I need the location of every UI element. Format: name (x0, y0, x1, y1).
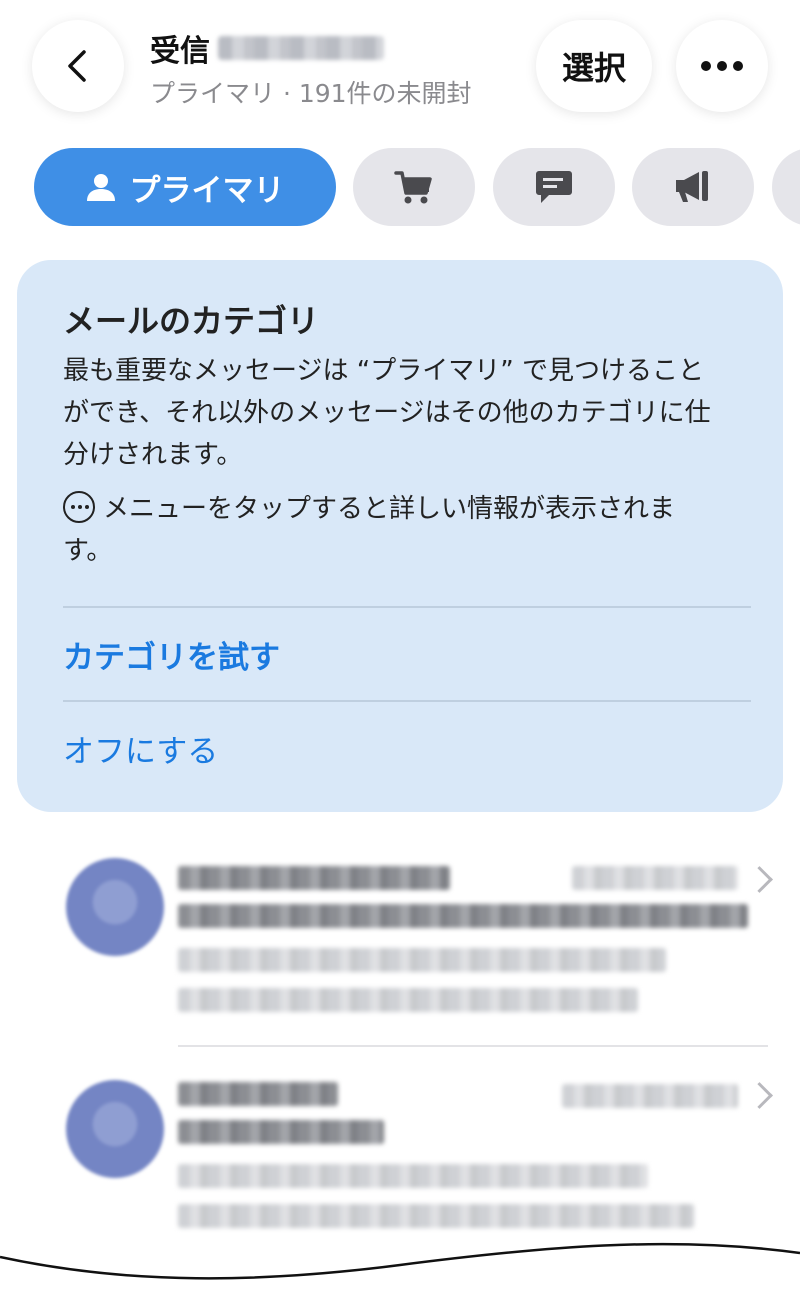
subject-blurred (178, 904, 748, 928)
try-categories-link[interactable]: カテゴリを試す (63, 632, 280, 677)
chevron-right-icon (746, 866, 773, 893)
avatar (66, 1080, 164, 1178)
torn-edge-decoration (0, 1242, 800, 1300)
preview-blurred (178, 988, 638, 1012)
tab-primary-label: プライマリ (129, 172, 285, 209)
blurred-account-address (218, 36, 384, 60)
sender-blurred (178, 1082, 338, 1106)
turn-off-link[interactable]: オフにする (63, 726, 218, 771)
sender-blurred (178, 866, 450, 890)
chevron-left-icon (68, 50, 86, 82)
unread-count-subtitle: プライマリ · 191件の未開封 (150, 79, 472, 108)
chevron-right-icon (746, 1082, 773, 1109)
ellipsis-circle-icon (63, 491, 95, 523)
card-divider (63, 606, 751, 608)
card-divider (63, 700, 751, 702)
more-options-button[interactable] (676, 20, 768, 112)
avatar (66, 858, 164, 956)
date-blurred (572, 866, 738, 890)
subject-blurred (178, 1120, 384, 1144)
card-description: 最も重要なメッセージは “プライマリ” で見つけることができ、それ以外のメッセー… (63, 356, 711, 470)
tab-transactions[interactable] (493, 148, 615, 226)
chat-bubble-icon (536, 171, 572, 203)
preview-blurred (178, 1164, 648, 1188)
tab-promotions[interactable] (632, 148, 754, 226)
card-hint-text: メニューをタップすると詳しい情報が表示されます。 (63, 494, 676, 566)
list-divider (178, 1045, 768, 1047)
tab-shopping[interactable] (353, 148, 475, 226)
page-title: 受信 (150, 34, 210, 69)
category-info-card: メールのカテゴリ 最も重要なメッセージは “プライマリ” で見つけることができ、… (17, 260, 783, 812)
ellipsis-icon (701, 61, 743, 71)
preview-blurred (178, 948, 666, 972)
megaphone-icon (676, 171, 708, 202)
select-button[interactable]: 選択 (536, 20, 652, 112)
mail-inbox-screen: 受信 プライマリ · 191件の未開封 選択 プライマリ メールのカテゴリ 最も… (0, 0, 800, 1300)
cart-icon (394, 171, 432, 204)
person-icon (86, 174, 115, 201)
tab-overflow[interactable] (772, 148, 800, 226)
date-blurred (562, 1084, 738, 1108)
back-button[interactable] (32, 20, 124, 112)
header-title-area: 受信 プライマリ · 191件の未開封 (150, 28, 530, 110)
card-title: メールのカテゴリ (63, 302, 320, 340)
tab-primary[interactable]: プライマリ (34, 148, 336, 226)
card-hint: メニューをタップすると詳しい情報が表示されます。 (63, 488, 703, 572)
